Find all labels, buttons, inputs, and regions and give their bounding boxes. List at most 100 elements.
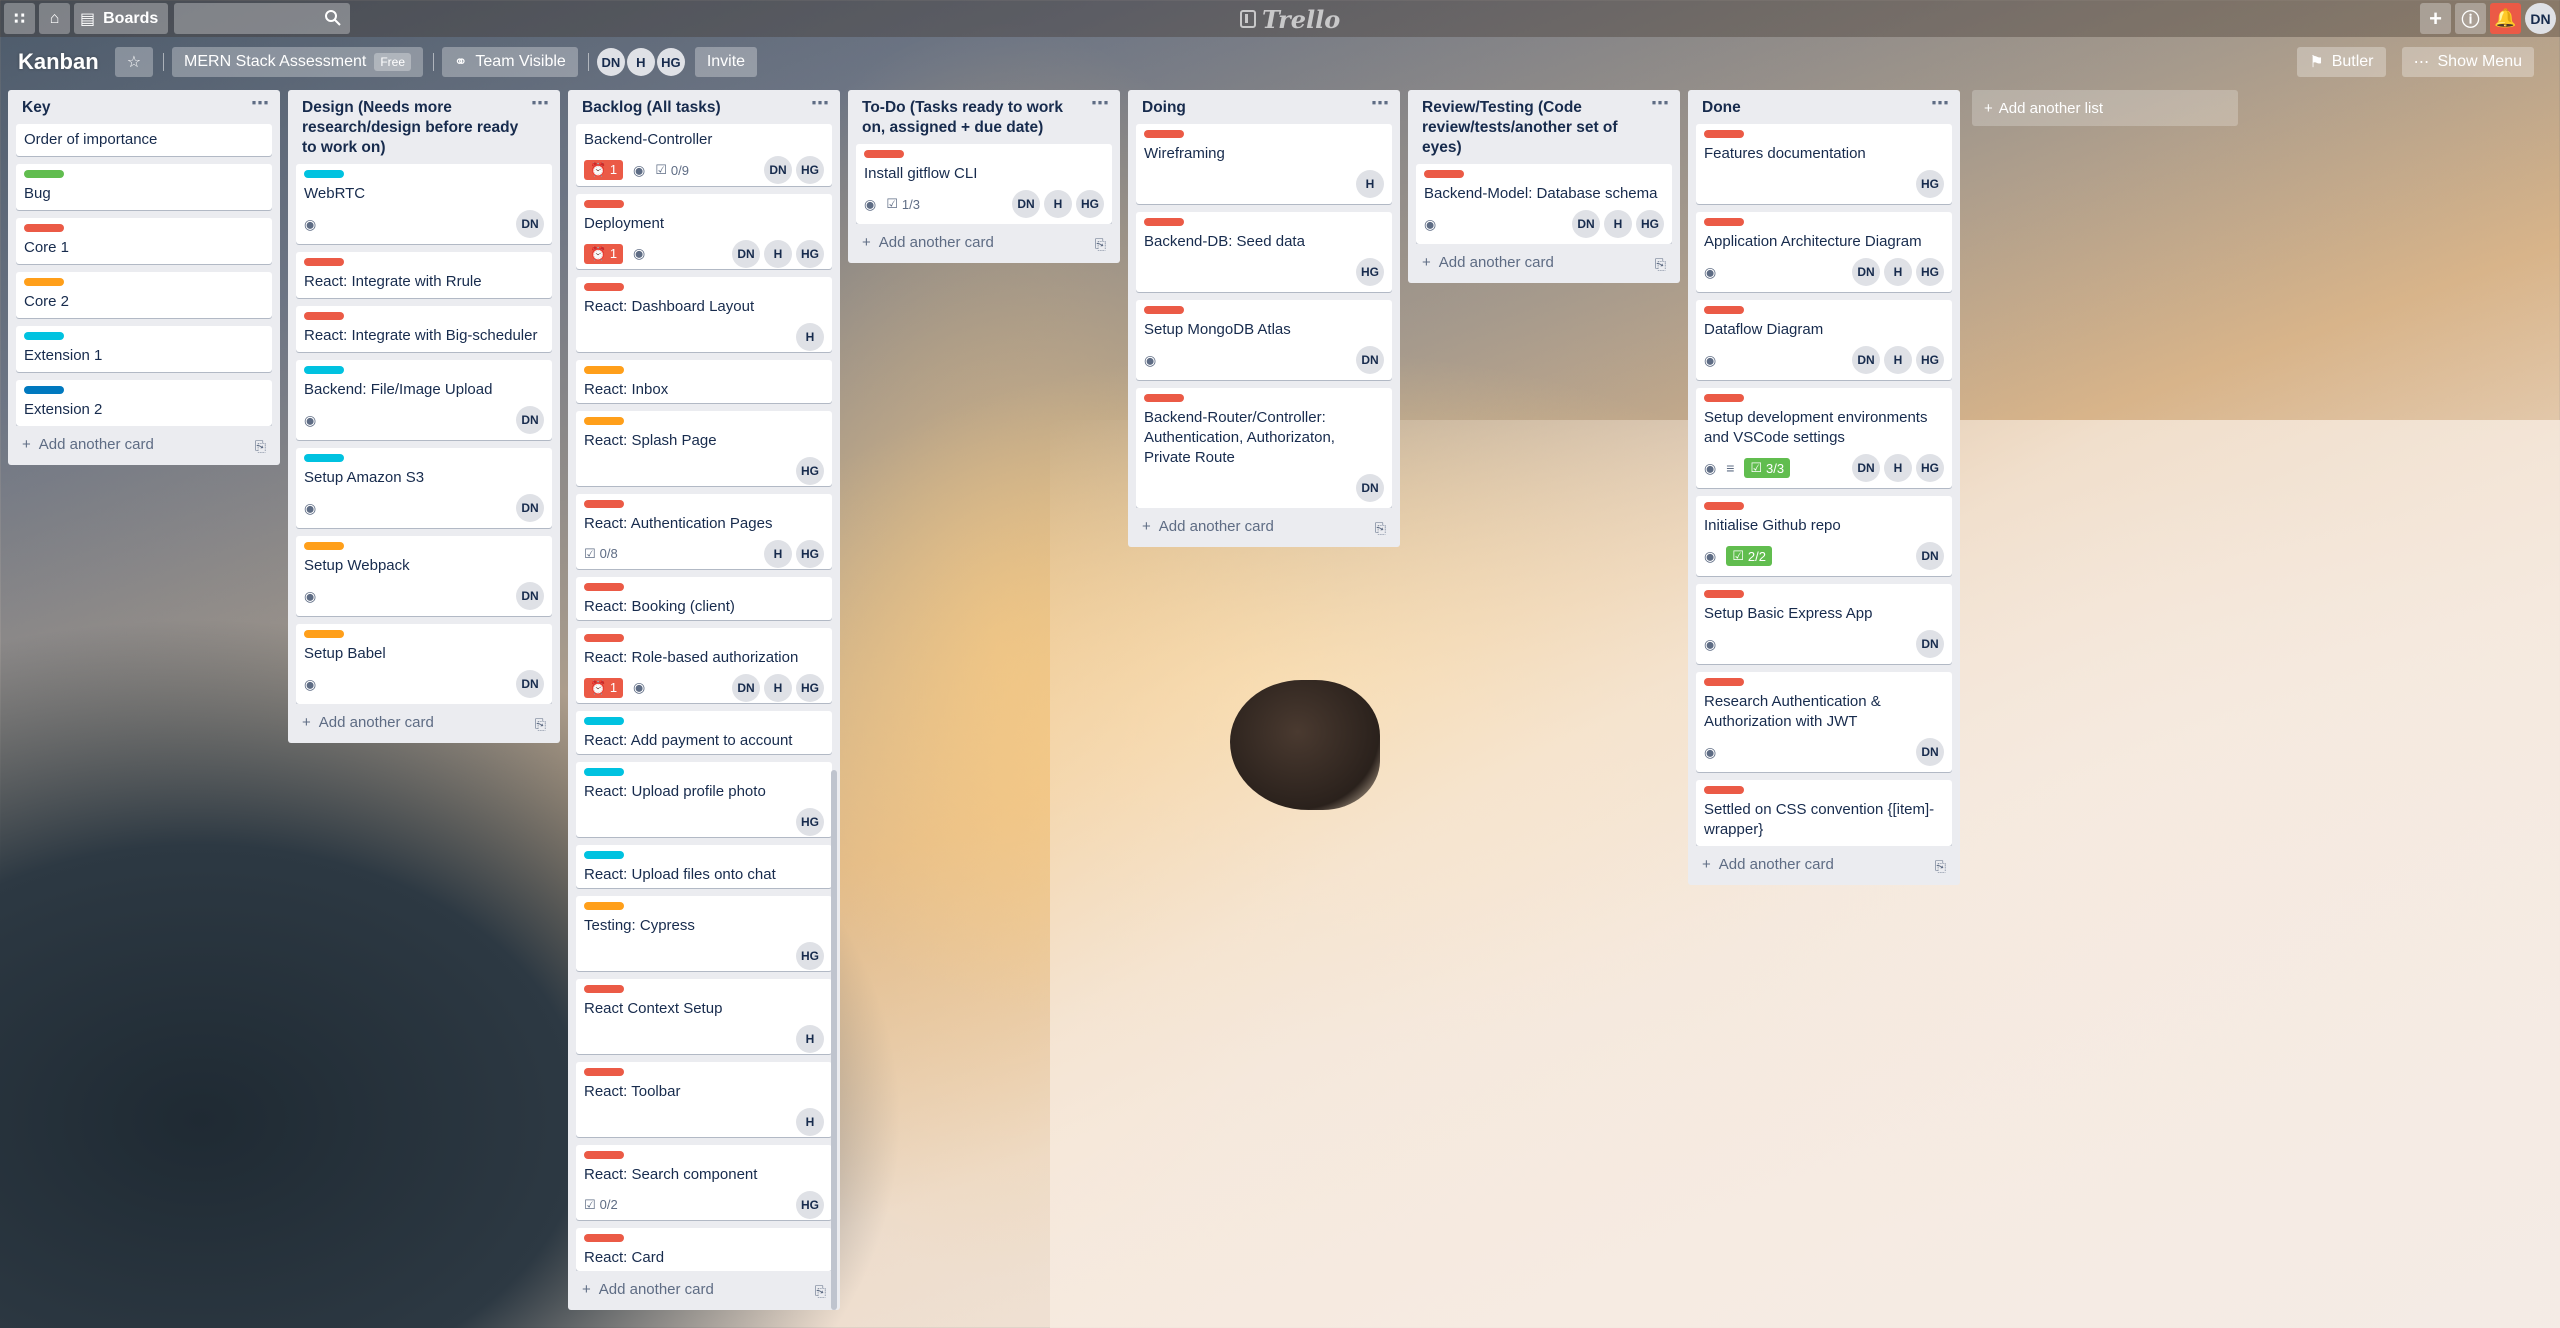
card-label-red[interactable]: [584, 1150, 624, 1159]
member-avatar[interactable]: HG: [796, 942, 824, 971]
card-label-red[interactable]: [1704, 502, 1744, 510]
card[interactable]: React: Inbox: [576, 359, 832, 403]
trello-logo[interactable]: Trello: [1240, 4, 1340, 34]
card-template-icon[interactable]: ⎘: [815, 1283, 826, 1300]
card[interactable]: Extension 2: [16, 380, 272, 426]
card[interactable]: Extension 1: [16, 326, 272, 372]
member-avatar[interactable]: DN: [732, 239, 760, 268]
card-label-red[interactable]: [1424, 170, 1464, 178]
list-header[interactable]: Design (Needs more research/design befor…: [288, 90, 560, 164]
card[interactable]: React: Upload files onto chat: [576, 844, 832, 889]
card[interactable]: Bug: [16, 164, 272, 210]
member-avatar[interactable]: HG: [796, 539, 824, 568]
add-list-button[interactable]: + Add another list: [1972, 90, 2238, 126]
board-title[interactable]: Kanban: [18, 49, 99, 75]
member-avatar[interactable]: H: [764, 539, 792, 568]
card-label-orange[interactable]: [584, 365, 624, 374]
show-menu-button[interactable]: ⋯ Show Menu: [2401, 47, 2534, 77]
card[interactable]: Settled on CSS convention {[item]-wrappe…: [1696, 780, 1952, 846]
card-template-icon[interactable]: ⎘: [255, 438, 266, 455]
home-icon[interactable]: ⌂: [39, 3, 70, 34]
member-avatar[interactable]: H: [764, 239, 792, 268]
card-label-orange[interactable]: [304, 630, 344, 638]
card[interactable]: React: Integrate with Big-scheduler: [296, 306, 552, 352]
card[interactable]: Setup Babel ◉ DN: [296, 624, 552, 704]
card[interactable]: React: Dashboard Layout H: [576, 276, 832, 352]
card[interactable]: Backend-Model: Database schema ◉ DN H HG: [1416, 164, 1672, 244]
card[interactable]: Backend-Controller ⏰ 1 ◉ ☑ 0/9 DN HG: [576, 124, 832, 186]
card[interactable]: Backend: File/Image Upload ◉ DN: [296, 360, 552, 440]
member-avatar[interactable]: DN: [516, 582, 544, 610]
add-card-button[interactable]: + Add another card ⎘: [288, 704, 560, 743]
list-header[interactable]: To-Do (Tasks ready to work on, assigned …: [848, 90, 1120, 144]
card-label-sky[interactable]: [24, 332, 64, 340]
member-avatar[interactable]: DN: [732, 673, 760, 702]
member-avatar[interactable]: DN: [1916, 630, 1944, 658]
butler-button[interactable]: ⚑ Butler: [2297, 47, 2386, 77]
card[interactable]: Setup development environments and VSCod…: [1696, 388, 1952, 488]
member-avatar[interactable]: DN: [764, 156, 792, 184]
list-header[interactable]: Key ⋯: [8, 90, 280, 124]
card-label-blue[interactable]: [24, 386, 64, 394]
card-label-red[interactable]: [1144, 218, 1184, 226]
member-avatar[interactable]: HG: [796, 673, 824, 702]
card-label-red[interactable]: [584, 633, 624, 642]
card[interactable]: React: Upload profile photo HG: [576, 762, 832, 837]
card-label-red[interactable]: [584, 282, 624, 291]
card-label-red[interactable]: [1704, 306, 1744, 314]
list-title[interactable]: Design (Needs more research/design befor…: [302, 99, 518, 156]
card-label-red[interactable]: [584, 199, 624, 208]
card[interactable]: React: Role-based authorization ⏰ 1 ◉ DN H HG: [576, 627, 832, 703]
card[interactable]: Order of importance: [16, 124, 272, 156]
list-header[interactable]: Review/Testing (Code review/tests/anothe…: [1408, 90, 1680, 164]
card-label-red[interactable]: [584, 1068, 624, 1076]
card[interactable]: Features documentation HG: [1696, 124, 1952, 204]
card-label-red[interactable]: [1704, 678, 1744, 686]
member-avatar[interactable]: H: [796, 1025, 824, 1054]
member-avatar[interactable]: H: [1884, 258, 1912, 286]
user-avatar[interactable]: DN: [2525, 3, 2556, 34]
team-button[interactable]: MERN Stack Assessment Free: [172, 47, 423, 77]
member-avatar[interactable]: HG: [1916, 454, 1944, 482]
card-label-red[interactable]: [584, 582, 624, 591]
card-label-red[interactable]: [1144, 394, 1184, 402]
add-card-button[interactable]: + Add another card ⎘: [1688, 846, 1960, 885]
card-template-icon[interactable]: ⎘: [535, 716, 546, 733]
invite-button[interactable]: Invite: [694, 47, 758, 77]
card-label-sky[interactable]: [304, 454, 344, 462]
member-avatar[interactable]: H: [764, 673, 792, 702]
card[interactable]: Setup Basic Express App ◉ DN: [1696, 584, 1952, 664]
card[interactable]: Application Architecture Diagram ◉ DN H HG: [1696, 212, 1952, 292]
member-avatar[interactable]: DN: [516, 670, 544, 698]
member-avatar[interactable]: H: [796, 1108, 824, 1136]
card[interactable]: Core 1: [16, 218, 272, 264]
member-avatar[interactable]: H: [626, 48, 655, 76]
card-label-red[interactable]: [584, 985, 624, 994]
member-avatar[interactable]: DN: [516, 406, 544, 434]
card-label-red[interactable]: [584, 499, 624, 508]
card[interactable]: React: Card: [576, 1227, 832, 1271]
list-menu-icon[interactable]: ⋯: [531, 93, 550, 113]
member-avatar[interactable]: HG: [796, 239, 824, 268]
add-card-button[interactable]: + Add another card ⎘: [848, 224, 1120, 263]
card-label-sky[interactable]: [584, 768, 624, 777]
card-label-red[interactable]: [304, 312, 344, 320]
card-label-red[interactable]: [584, 1233, 624, 1242]
list-title[interactable]: Done: [1702, 99, 1741, 116]
member-avatar[interactable]: DN: [1852, 258, 1880, 286]
list-header[interactable]: Done ⋯: [1688, 90, 1960, 124]
visibility-button[interactable]: ⚭ Team Visible: [442, 47, 578, 77]
list-header[interactable]: Doing ⋯: [1128, 90, 1400, 124]
notification-bell-icon[interactable]: 🔔: [2490, 3, 2521, 34]
member-avatar[interactable]: HG: [1356, 258, 1384, 286]
card[interactable]: React Context Setup H: [576, 979, 832, 1054]
member-avatar[interactable]: DN: [1852, 454, 1880, 482]
card-label-orange[interactable]: [584, 416, 624, 425]
list-menu-icon[interactable]: ⋯: [811, 93, 830, 113]
list-title[interactable]: To-Do (Tasks ready to work on, assigned …: [862, 99, 1063, 136]
card-template-icon[interactable]: ⎘: [1935, 858, 1946, 875]
list-menu-icon[interactable]: ⋯: [1371, 93, 1390, 113]
list-menu-icon[interactable]: ⋯: [251, 93, 270, 113]
member-avatar[interactable]: H: [1604, 210, 1632, 238]
member-avatar[interactable]: H: [796, 322, 824, 351]
